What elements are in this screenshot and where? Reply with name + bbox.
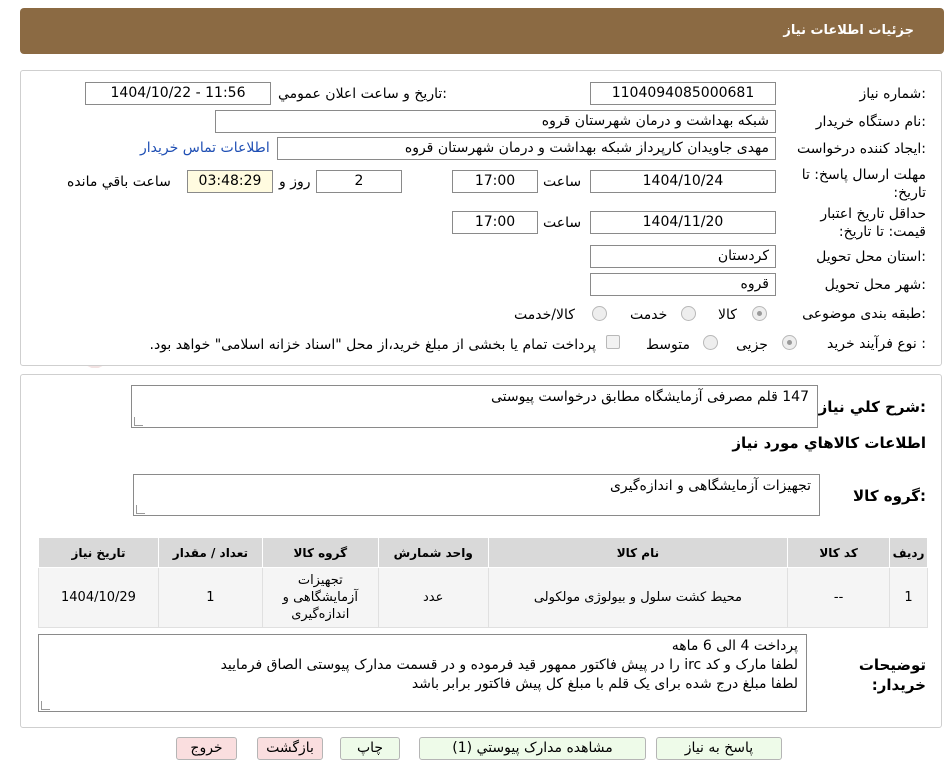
creator-label: ايجاد كننده درخواست:: [797, 141, 926, 157]
province-field: کردستان: [590, 245, 776, 268]
process-radio-medium[interactable]: [703, 335, 718, 350]
col-code: کد کالا: [787, 537, 891, 568]
buyer-contact-link[interactable]: اطلاعات تماس خريدار: [140, 140, 270, 156]
back-button[interactable]: بازگشت: [257, 737, 323, 760]
exit-button[interactable]: خروج: [176, 737, 237, 760]
need-number-label: شماره نیاز:: [859, 86, 926, 102]
buyer-org-field: شبکه بهداشت و درمان شهرستان قروه: [215, 110, 776, 133]
attachments-button[interactable]: مشاهده مدارک پيوستي (1): [419, 737, 646, 760]
deadline-date-field: 1404/10/24: [590, 170, 776, 193]
category-option-both: کالا/خدمت: [514, 307, 575, 323]
table-row: 1 -- محیط کشت سلول و بیولوژی مولکولی عدد…: [38, 567, 928, 628]
process-label: نوع فرآیند خرید :: [827, 336, 926, 352]
process-option-medium: متوسط: [646, 337, 690, 353]
col-quantity: تعداد / مقدار: [157, 537, 263, 568]
col-row: رديف: [889, 537, 928, 568]
validity-hour-label: ساعت: [543, 215, 582, 231]
deadline-time-field: 17:00: [452, 170, 538, 193]
col-date: تاريخ نياز: [38, 537, 159, 568]
category-radio-both[interactable]: [592, 306, 607, 321]
page-title: جزئیات اطلاعات نیاز: [783, 23, 914, 38]
notes-line: لطفا مبلغ درج شده برای یک قلم با مبلغ کل…: [411, 676, 798, 692]
notes-textarea: پرداخت 4 الی 6 ماهه لطفا مارک و کد irc ر…: [38, 634, 807, 712]
process-radio-minor[interactable]: [782, 335, 797, 350]
col-unit: واحد شمارش: [377, 537, 489, 568]
process-note: پرداخت تمام یا بخشی از مبلغ خرید،از محل …: [149, 337, 596, 353]
announce-field: 1404/10/22 - 11:56: [85, 82, 271, 105]
category-option-service: خدمت: [630, 307, 668, 323]
remaining-time-field: 03:48:29: [187, 170, 273, 193]
reply-button[interactable]: پاسخ به نیاز: [656, 737, 782, 760]
cell-name: محیط کشت سلول و بیولوژی مولکولی: [487, 567, 789, 628]
cell-quantity: 1: [157, 567, 263, 628]
notes-line: پرداخت 4 الی 6 ماهه: [671, 638, 798, 654]
resize-grip-icon[interactable]: [41, 701, 50, 710]
validity-date-field: 1404/11/20: [590, 211, 776, 234]
remaining-label: ساعت باقي مانده: [67, 174, 171, 190]
goods-group-text: تجهیزات آزمایشگاهی و اندازه‌گیری: [609, 478, 811, 494]
deadline-hour-label: ساعت: [543, 174, 582, 190]
category-option-goods: کالا: [718, 307, 737, 323]
city-label: شهر محل تحويل:: [824, 277, 926, 293]
notes-label: توضیحات خریدار:: [858, 656, 926, 694]
page-header: جزئیات اطلاعات نیاز: [20, 8, 944, 54]
deadline-label: مهلت ارسال پاسخ: تا تاریخ:: [801, 167, 926, 201]
notes-line: لطفا مارک و کد irc را در پیش فاکتور ممهو…: [220, 657, 798, 673]
print-button[interactable]: چاپ: [340, 737, 400, 760]
col-group: گروه کالا: [261, 537, 379, 568]
day-label: روز و: [279, 174, 311, 190]
province-label: استان محل تحويل:: [816, 249, 926, 265]
goods-group-label: گروه کالا:: [853, 487, 926, 505]
cell-date: 1404/10/29: [38, 567, 159, 628]
category-radio-service[interactable]: [681, 306, 696, 321]
cell-unit: عدد: [377, 567, 489, 628]
city-field: قروه: [590, 273, 776, 296]
announce-label: تاریخ و ساعت اعلان عمومي:: [278, 86, 447, 102]
category-label: طبقه بندی موضوعی:: [802, 306, 926, 322]
table-header-row: رديف کد کالا نام کالا واحد شمارش گروه کا…: [38, 537, 928, 568]
validity-time-field: 17:00: [452, 211, 538, 234]
summary-text: 147 قلم مصرفی آزمایشگاه مطابق درخواست پی…: [491, 389, 809, 405]
col-name: نام کالا: [487, 537, 789, 568]
summary-textarea: 147 قلم مصرفی آزمایشگاه مطابق درخواست پی…: [131, 385, 818, 428]
treasury-checkbox[interactable]: [606, 335, 620, 349]
need-number-field: 1104094085000681: [590, 82, 776, 105]
goods-group-textarea: تجهیزات آزمایشگاهی و اندازه‌گیری: [133, 474, 820, 516]
category-radio-goods[interactable]: [752, 306, 767, 321]
goods-info-title: اطلاعات کالاهاي مورد نياز: [732, 434, 926, 452]
cell-row: 1: [889, 567, 928, 628]
validity-label: حداقل تاريخ اعتبار قيمت: تا تاريخ:: [820, 206, 926, 240]
resize-grip-icon[interactable]: [134, 417, 143, 426]
creator-field: مهدی جاویدان کارپرداز شبکه بهداشت و درما…: [277, 137, 776, 160]
buyer-org-label: نام دستگاه خريدار:: [815, 114, 926, 130]
days-count-field: 2: [316, 170, 402, 193]
items-table: رديف کد کالا نام کالا واحد شمارش گروه کا…: [38, 537, 928, 628]
cell-group: تجهیزات آزمایشگاهی و اندازه‌گیری: [261, 567, 379, 628]
cell-code: --: [787, 567, 891, 628]
process-option-minor: جزیی: [736, 337, 768, 353]
summary-label: شرح کلي نياز:: [818, 398, 926, 416]
resize-grip-icon[interactable]: [136, 505, 145, 514]
